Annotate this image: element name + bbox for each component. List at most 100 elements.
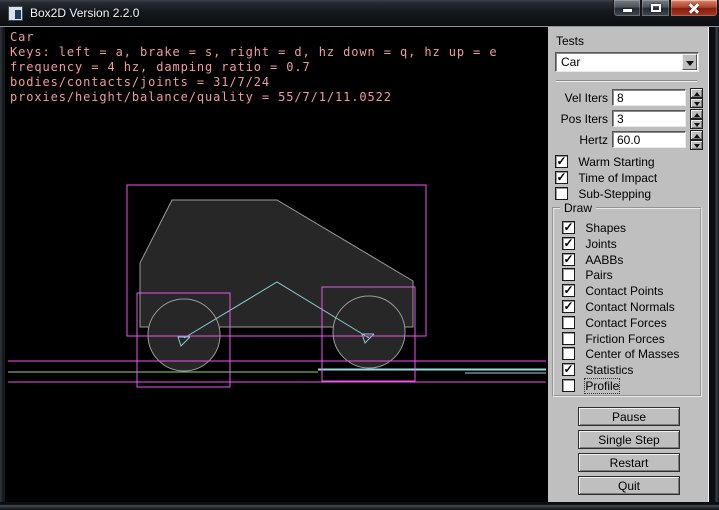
pos-iters-row: Pos Iters [554,110,704,129]
contact-points-label: Contact Points [585,284,663,298]
tests-dropdown-arrow-button[interactable] [682,54,697,70]
maximize-icon [651,4,661,12]
triangle-down-icon [694,123,700,127]
window-border-bottom [0,502,719,510]
draw-group-label: Draw [560,201,596,215]
contact-forces-label: Contact Forces [585,316,666,330]
checkbox-shapes[interactable]: ✓ Shapes [562,221,626,235]
triangle-up-icon [694,134,700,138]
checkbox-aabbs[interactable]: ✓ AABBs [562,253,623,267]
sub-stepping-label: Sub-Stepping [578,187,651,201]
aabbs-label: AABBs [585,253,623,267]
single-step-button[interactable]: Single Step [578,430,680,449]
checkbox-pairs[interactable]: Pairs [562,268,613,282]
profile-label: Profile [585,379,619,393]
time-of-impact-label: Time of Impact [578,171,657,185]
tests-dropdown[interactable]: Car [555,52,699,72]
window-title: Box2D Version 2.2.0 [30,6,139,20]
shapes-label: Shapes [585,221,626,235]
restart-button[interactable]: Restart [578,453,680,472]
vel-iters-spin-up-button[interactable] [690,88,703,98]
app-icon [8,6,23,21]
warm-starting-checkbox[interactable]: ✓ [555,155,568,168]
center-of-masses-label: Center of Masses [585,347,679,361]
pos-iters-spinner [690,109,703,129]
checkbox-contact-normals[interactable]: ✓ Contact Normals [562,300,675,314]
pause-button[interactable]: Pause [578,407,680,426]
window-border-right [709,27,719,502]
joints-label: Joints [585,237,616,251]
checkbox-friction-forces[interactable]: Friction Forces [562,332,665,346]
hertz-spinner [690,130,703,150]
triangle-down-icon [694,144,700,148]
vel-iters-label: Vel Iters [554,91,608,105]
checkbox-contact-forces[interactable]: Contact Forces [562,316,667,330]
checkbox-contact-points[interactable]: ✓ Contact Points [562,284,663,298]
pairs-label: Pairs [585,268,612,282]
window-controls [613,0,718,17]
vel-iters-row: Vel Iters [554,89,704,108]
profile-checkbox[interactable] [562,379,575,392]
pos-iters-input[interactable] [612,110,686,127]
control-panel: Tests Car Vel Iters Pos Iters [548,27,709,502]
chevron-down-icon [686,61,694,66]
friction-forces-label: Friction Forces [585,332,664,346]
aabbs-checkbox[interactable]: ✓ [562,253,575,266]
vel-iters-input[interactable] [612,89,686,106]
simulation-canvas[interactable]: Car Keys: left = a, brake = s, right = d… [5,27,548,502]
friction-forces-checkbox[interactable] [562,332,575,345]
pairs-checkbox[interactable] [562,268,575,281]
minimize-button[interactable] [613,0,641,17]
checkbox-warm-starting[interactable]: ✓ Warm Starting [555,155,655,169]
maximize-button[interactable] [641,0,670,17]
contact-points-checkbox[interactable]: ✓ [562,284,575,297]
vel-iters-spinner [690,88,703,108]
pos-iters-label: Pos Iters [554,112,608,126]
app-window: Box2D Version 2.2.0 [0,0,719,510]
shapes-checkbox[interactable]: ✓ [562,221,575,234]
stats-overlay: Car Keys: left = a, brake = s, right = d… [10,30,497,105]
triangle-down-icon [694,102,700,106]
hertz-spin-up-button[interactable] [690,130,703,140]
checkbox-statistics[interactable]: ✓ Statistics [562,363,633,377]
front-wheel-shape [333,296,405,368]
pos-iters-spin-down-button[interactable] [690,119,703,129]
contact-normals-checkbox[interactable]: ✓ [562,300,575,313]
hertz-row: Hertz [554,131,704,150]
statistics-checkbox[interactable]: ✓ [562,363,575,376]
keys-help-text: Keys: left = a, brake = s, right = d, hz… [10,45,497,60]
checkbox-time-of-impact[interactable]: ✓ Time of Impact [555,171,657,185]
checkbox-center-of-masses[interactable]: Center of Masses [562,347,679,361]
close-icon [688,2,700,14]
statistics-label: Statistics [585,363,633,377]
window-border-left [0,27,5,502]
frequency-text: frequency = 4 hz, damping ratio = 0.7 [10,60,497,75]
quit-button[interactable]: Quit [578,476,680,495]
bodies-stats-text: bodies/contacts/joints = 31/7/24 [10,75,497,90]
proxies-stats-text: proxies/height/balance/quality = 55/7/1/… [10,90,497,105]
hertz-spin-down-button[interactable] [690,140,703,150]
separator [556,80,697,82]
triangle-up-icon [694,113,700,117]
tests-label: Tests [556,34,584,48]
tests-dropdown-value: Car [561,55,580,69]
rear-wheel-shape [148,299,220,371]
hertz-label: Hertz [554,133,608,147]
checkbox-sub-stepping[interactable]: Sub-Stepping [555,187,651,201]
vel-iters-spin-down-button[interactable] [690,98,703,108]
pos-iters-spin-up-button[interactable] [690,109,703,119]
triangle-up-icon [694,92,700,96]
minimize-icon [623,9,632,12]
center-of-masses-checkbox[interactable] [562,347,575,360]
test-name-text: Car [10,30,497,45]
contact-normals-label: Contact Normals [585,300,674,314]
contact-forces-checkbox[interactable] [562,316,575,329]
time-of-impact-checkbox[interactable]: ✓ [555,171,568,184]
hertz-input[interactable] [612,131,686,148]
checkbox-joints[interactable]: ✓ Joints [562,237,617,251]
titlebar[interactable]: Box2D Version 2.2.0 [0,0,719,27]
joints-checkbox[interactable]: ✓ [562,237,575,250]
checkbox-profile[interactable]: Profile [562,379,619,393]
close-button[interactable] [670,0,718,17]
sub-stepping-checkbox[interactable] [555,187,568,200]
